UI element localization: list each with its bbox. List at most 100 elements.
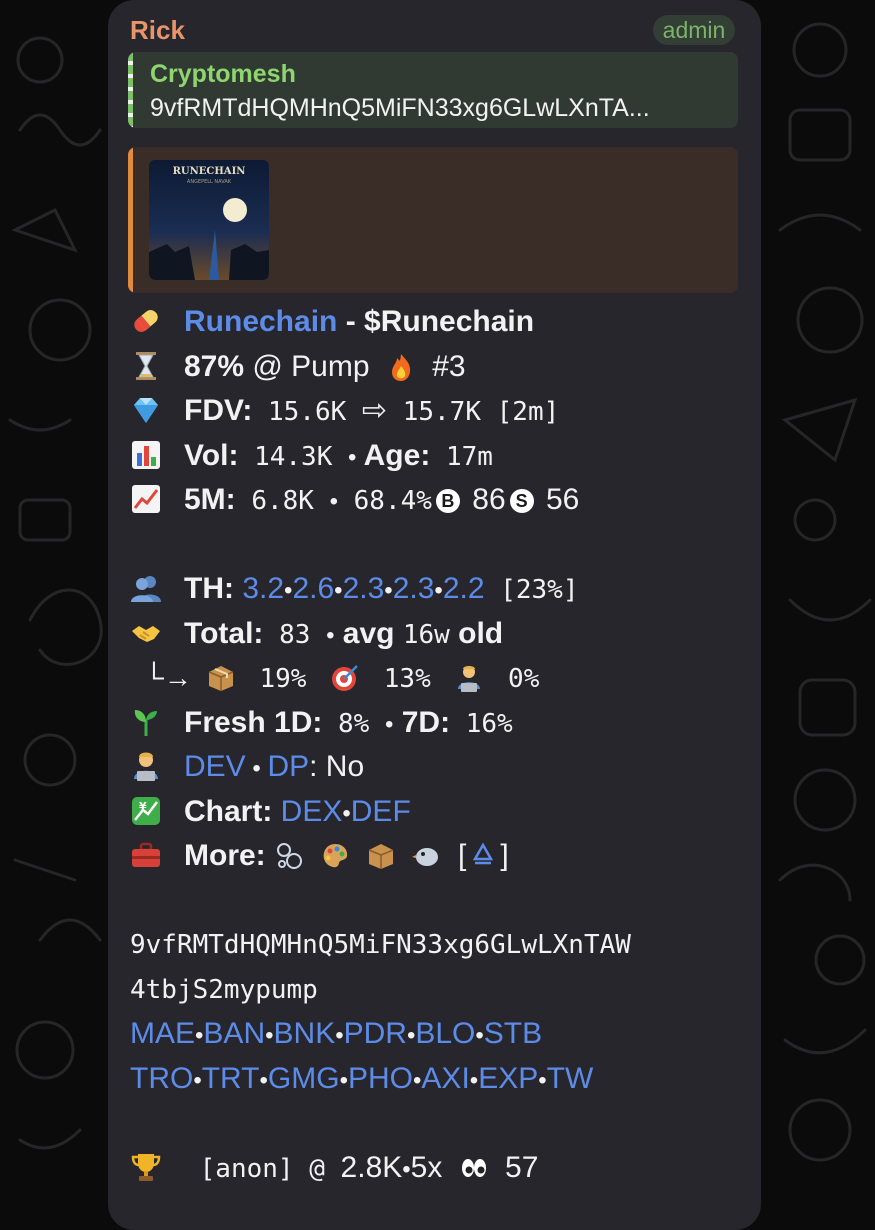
chart-increasing-icon	[130, 483, 162, 515]
target-icon	[330, 663, 360, 693]
thumbnail-title: RUNECHAIN	[173, 166, 246, 177]
holder-link[interactable]: 2.6	[292, 572, 334, 605]
five-minute-separator: •	[329, 488, 338, 515]
holder-link[interactable]: 3.2	[242, 572, 284, 605]
five-minute-line: 5M: 6.8K • 68.4% B 86 S 56	[130, 478, 750, 523]
hourglass-icon	[130, 350, 162, 382]
chart-yen-icon: ¥	[130, 795, 162, 827]
holder-separator: •	[384, 577, 393, 604]
recycle-icon[interactable]	[468, 841, 498, 871]
sells-icon: S	[509, 489, 534, 513]
link-preview[interactable]: RUNECHAIN ANGEPELL NAVAK	[128, 147, 738, 293]
holder-link[interactable]: 2.2	[443, 572, 485, 605]
dp-link[interactable]: DP	[267, 750, 309, 783]
progress-rank: #3	[423, 349, 466, 383]
more-label: More:	[184, 839, 266, 872]
top-holders-label: TH:	[184, 572, 234, 605]
fresh-label-7d: 7D:	[393, 705, 451, 739]
age-label: Age:	[356, 438, 431, 472]
link-blo[interactable]: BLO	[415, 1017, 475, 1050]
package-icon	[206, 663, 236, 693]
dev-line: DEV • DP: No	[130, 745, 750, 790]
link-pho[interactable]: PHO	[348, 1062, 413, 1095]
fdv-from: 15.6K	[252, 397, 362, 427]
token-line: Runechain - $Runechain	[130, 300, 750, 345]
handshake-icon	[130, 617, 162, 649]
progress-line: 87% @ Pump #3	[130, 345, 750, 390]
links-row-2: TRO•TRT•GMG•PHO•AXI•EXP•TW	[130, 1057, 750, 1102]
link-tw[interactable]: TW	[547, 1062, 594, 1095]
chart-label: Chart:	[184, 794, 281, 828]
thumbnail-subtitle: ANGEPELL NAVAK	[187, 179, 232, 185]
palette-icon[interactable]	[320, 841, 350, 871]
chart-line: ¥ Chart: DEX•DEF	[130, 790, 750, 835]
link-stb[interactable]: STB	[484, 1017, 542, 1050]
total-label: Total:	[184, 616, 264, 650]
avg-label: avg	[334, 616, 403, 650]
trophy-separator: •	[402, 1155, 411, 1183]
link-pdr[interactable]: PDR	[344, 1017, 407, 1050]
progress-text: @ Pump	[244, 349, 378, 383]
holder-link[interactable]: 2.3	[393, 572, 435, 605]
technologist-icon	[130, 750, 162, 782]
five-minute-label: 5M:	[184, 483, 236, 516]
trophy-icon	[130, 1151, 162, 1183]
link-ban[interactable]: BAN	[203, 1017, 265, 1050]
bubbles-icon[interactable]	[274, 841, 304, 871]
links-row-1: MAE•BAN•BNK•PDR•BLO•STB	[130, 1012, 750, 1057]
avg-value: 16w	[402, 619, 450, 650]
reply-title: Cryptomesh	[150, 60, 296, 88]
message-body: Runechain - $Runechain 87% @ Pump #3 FDV…	[130, 300, 750, 1190]
link-tro[interactable]: TRO	[130, 1062, 193, 1095]
recycle-open: [	[449, 839, 467, 872]
link-separator: •	[475, 1022, 484, 1049]
five-minute-percent: 68.4%	[338, 486, 432, 516]
breakdown-a: 19%	[243, 664, 323, 694]
sender-name[interactable]: Rick	[130, 15, 185, 46]
link-separator: •	[538, 1066, 547, 1094]
contract-address-line1[interactable]: 9vfRMTdHQMHnQ5MiFN33xg6GLwLXnTAW	[130, 923, 750, 968]
toolbox-icon	[130, 839, 162, 871]
reply-quote[interactable]: Cryptomesh 9vfRMTdHQMHnQ5MiFN33xg6GLwLXn…	[128, 52, 738, 128]
volume-label: Vol:	[184, 438, 239, 472]
technologist-icon	[454, 663, 484, 693]
old-label: old	[449, 616, 504, 650]
fdv-to: 15.7K [2m]	[387, 397, 560, 427]
trophy-views: 57	[496, 1150, 539, 1184]
holder-breakdown-line: └→ 19% 13% 0%	[130, 656, 750, 701]
top-holders-total: [23%]	[484, 575, 579, 605]
preview-thumbnail[interactable]: RUNECHAIN ANGEPELL NAVAK	[149, 160, 269, 280]
reply-accent-bar	[128, 52, 133, 128]
link-axi[interactable]: AXI	[421, 1062, 469, 1095]
svg-text:¥: ¥	[139, 800, 147, 813]
def-link[interactable]: DEF	[351, 795, 411, 828]
age-value: 17m	[430, 441, 493, 472]
busts-icon	[130, 572, 162, 604]
holder-separator: •	[334, 577, 343, 604]
fdv-label: FDV:	[184, 394, 253, 427]
link-trt[interactable]: TRT	[202, 1062, 260, 1095]
link-separator: •	[339, 1066, 348, 1094]
link-exp[interactable]: EXP	[478, 1062, 538, 1095]
token-name-link[interactable]: Runechain	[184, 305, 337, 338]
top-holders-line: TH: 3.2•2.6•2.3•2.3•2.2 [23%]	[130, 567, 750, 612]
progress-percent: 87%	[184, 349, 245, 383]
bird-icon[interactable]	[411, 841, 442, 871]
gem-icon	[130, 394, 162, 426]
dev-link[interactable]: DEV	[184, 750, 246, 783]
link-gmg[interactable]: GMG	[268, 1062, 340, 1095]
total-holders-line: Total: 83 • avg 16w old	[130, 612, 750, 657]
trophy-label: [anon] @	[184, 1153, 341, 1184]
dex-link[interactable]: DEX	[281, 795, 343, 828]
buys-count: 86	[463, 483, 506, 516]
package-icon[interactable]	[366, 841, 396, 871]
preview-accent-bar	[128, 147, 133, 293]
link-bnk[interactable]: BNK	[274, 1017, 336, 1050]
sells-count: 56	[537, 483, 580, 516]
contract-address-line2[interactable]: 4tbjS2mypump	[130, 968, 750, 1013]
holder-link[interactable]: 2.3	[343, 572, 385, 605]
link-mae[interactable]: MAE	[130, 1017, 195, 1050]
